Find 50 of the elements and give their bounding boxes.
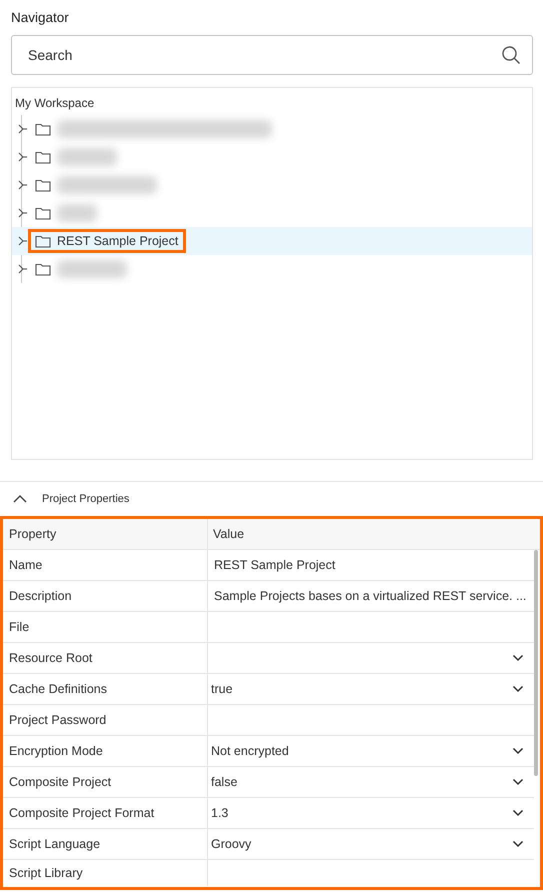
value-dropdown[interactable]: 1.3 — [208, 798, 534, 828]
property-value[interactable]: Sample Projects bases on a virtualized REST service. ... — [208, 581, 534, 611]
blurred-label — [57, 204, 97, 222]
tree-root[interactable]: My Workspace — [15, 94, 94, 112]
expand-icon[interactable] — [16, 207, 28, 219]
property-name: Composite Project — [3, 767, 208, 797]
expand-icon[interactable] — [16, 123, 28, 135]
chevron-down-icon — [512, 840, 524, 848]
property-name: Encryption Mode — [3, 736, 208, 766]
property-name: Script Language — [3, 829, 208, 859]
search-icon[interactable] — [501, 45, 521, 65]
chevron-down-icon — [512, 685, 524, 693]
property-name: File — [3, 612, 208, 642]
property-name: Name — [3, 550, 208, 580]
property-name: Project Password — [3, 705, 208, 735]
tree-row[interactable]: REST Sample Project — [12, 227, 532, 255]
property-name: Cache Definitions — [3, 674, 208, 704]
folder-icon — [35, 178, 51, 192]
expand-icon[interactable] — [16, 235, 28, 247]
tree-item-label: REST Sample Project — [57, 234, 178, 248]
chevron-down-icon — [512, 654, 524, 662]
expand-icon[interactable] — [16, 263, 28, 275]
property-name: Composite Project Format — [3, 798, 208, 828]
section-title: Project Properties — [42, 493, 130, 505]
scrollbar-thumb[interactable] — [534, 550, 538, 776]
column-header[interactable]: Value — [208, 519, 540, 549]
chevron-down-icon — [512, 778, 524, 786]
folder-icon — [35, 234, 51, 248]
property-name: Script Library — [3, 860, 208, 886]
value-dropdown[interactable]: false — [208, 767, 534, 797]
value-dropdown[interactable]: Groovy — [208, 829, 534, 859]
folder-icon — [35, 262, 51, 276]
folder-icon — [35, 122, 51, 136]
property-name: Resource Root — [3, 643, 208, 673]
property-name: Description — [3, 581, 208, 611]
collapse-icon[interactable] — [12, 494, 28, 504]
chevron-down-icon — [512, 747, 524, 755]
folder-icon — [35, 150, 51, 164]
search-field[interactable]: Search — [11, 35, 533, 75]
value-dropdown[interactable]: Not encrypted — [208, 736, 534, 766]
value-dropdown[interactable]: true — [208, 674, 534, 704]
expand-icon[interactable] — [16, 151, 28, 163]
column-header[interactable]: Property — [3, 519, 208, 549]
panel-title: Navigator — [11, 9, 70, 27]
chevron-down-icon — [512, 809, 524, 817]
blurred-label — [57, 148, 117, 166]
property-value[interactable]: REST Sample Project — [208, 550, 534, 580]
expand-icon[interactable] — [16, 179, 28, 191]
blurred-label — [57, 260, 127, 278]
folder-icon — [35, 206, 51, 220]
